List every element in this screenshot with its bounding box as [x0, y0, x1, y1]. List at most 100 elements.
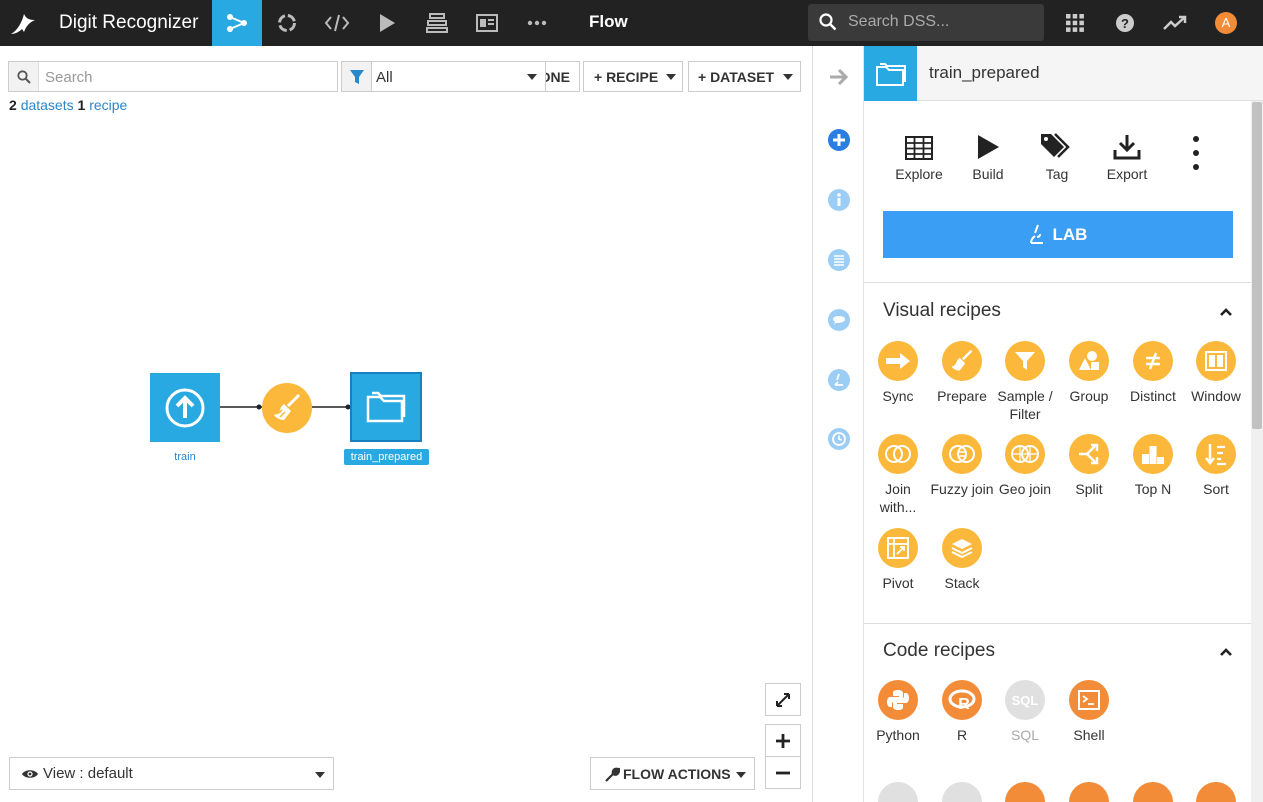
explore-action-label: Explore — [895, 166, 943, 182]
recipe-label: Window — [1191, 388, 1241, 404]
recipe-label: Pivot — [882, 575, 914, 591]
collapse-chevron-up-icon[interactable] — [1219, 644, 1233, 662]
recipe-split[interactable]: Split — [1057, 434, 1121, 498]
recipe-geo-join[interactable]: Geo join — [993, 434, 1057, 498]
flow-node-train-label[interactable]: train — [150, 451, 220, 463]
history-clock-circle-icon[interactable] — [826, 426, 852, 452]
build-action[interactable]: Build — [953, 130, 1023, 182]
discussion-bubble-circle-icon[interactable] — [826, 307, 852, 333]
recipe-top-n[interactable]: Top N — [1121, 434, 1185, 498]
info-circle-icon[interactable] — [826, 187, 852, 213]
collapse-arrow-right-icon[interactable] — [826, 64, 852, 90]
recipe-label: Sync — [882, 388, 914, 404]
recipe-distinct[interactable]: Distinct — [1121, 341, 1185, 405]
recipe-label: Fuzzy join — [930, 481, 994, 497]
shapes-icon — [1069, 341, 1109, 381]
recipe-sort[interactable]: Sort — [1184, 434, 1248, 498]
trending-chart-icon[interactable] — [1160, 8, 1190, 38]
folder-icon — [366, 391, 406, 423]
eye-icon — [22, 770, 38, 778]
recipe-label: Sort — [1203, 481, 1229, 497]
panel-scrollbar-thumb[interactable] — [1252, 102, 1262, 429]
recipe-label: Top N — [1134, 481, 1172, 497]
collapse-chevron-up-icon[interactable] — [1219, 304, 1233, 322]
folder-icon — [864, 46, 917, 101]
actions-plus-circle-icon[interactable] — [826, 127, 852, 153]
global-search-box[interactable] — [808, 4, 1044, 41]
more-vertical-dots-icon[interactable] — [1189, 135, 1203, 173]
lab-flask-circle-icon[interactable] — [826, 367, 852, 393]
recipe-stack[interactable]: Stack — [930, 528, 994, 592]
fit-screen-expand-icon[interactable] — [765, 683, 801, 716]
help-icon[interactable]: ? — [1110, 8, 1140, 38]
not-equal-icon — [1133, 341, 1173, 381]
lab-button-label: LAB — [1052, 224, 1088, 244]
global-search-input[interactable] — [848, 9, 1036, 35]
lab-button[interactable]: LAB — [883, 211, 1233, 258]
section-divider — [864, 623, 1251, 624]
sort-icon — [1196, 434, 1236, 474]
explore-action[interactable]: Explore — [884, 130, 954, 182]
apps-grid-icon[interactable] — [1060, 8, 1090, 38]
export-action-label: Export — [1106, 166, 1148, 182]
recipe-label: Prepare — [937, 388, 987, 404]
view-select-label: View : default — [43, 765, 133, 782]
export-action[interactable]: Export — [1092, 130, 1162, 182]
pivot-icon — [878, 528, 918, 568]
recipe-label: R — [956, 727, 968, 743]
zoom-in-plus-icon[interactable] — [765, 724, 801, 757]
broom-icon — [274, 393, 301, 420]
recipe-pivot[interactable]: Pivot — [866, 528, 930, 592]
flow-node-train-prepared[interactable] — [350, 372, 422, 442]
zoom-out-minus-icon[interactable] — [765, 756, 801, 789]
flow-node-prepare-recipe[interactable] — [262, 383, 312, 433]
recipe-label: SQL — [1010, 727, 1039, 743]
recipe-r[interactable]: R R — [930, 680, 994, 744]
podium-icon — [1133, 434, 1173, 474]
recipe-shell[interactable]: Shell — [1057, 680, 1121, 744]
recipe-label: Split — [1075, 481, 1103, 497]
recipe-window[interactable]: Window — [1184, 341, 1248, 405]
tag-action[interactable]: Tag — [1022, 130, 1092, 182]
arrow-right-icon — [878, 341, 918, 381]
table-icon — [884, 130, 954, 160]
schema-list-circle-icon[interactable] — [826, 247, 852, 273]
fuzzy-venn-icon — [942, 434, 982, 474]
recipe-label: Group — [1069, 388, 1109, 404]
recipe-join[interactable]: Join with... — [866, 434, 930, 516]
recipe-sql[interactable]: SQL SQL — [993, 680, 1057, 744]
recipe-label: Shell — [1073, 727, 1105, 743]
panel-scrollbar[interactable] — [1251, 101, 1263, 802]
recipe-fuzzy-join[interactable]: Fuzzy join — [930, 434, 994, 498]
chevron-down-icon — [736, 772, 746, 778]
flow-node-train-prepared-label[interactable]: train_prepared — [344, 449, 429, 465]
panel-title: train_prepared — [929, 63, 1040, 82]
flow-actions-button[interactable]: FLOW ACTIONS — [590, 757, 755, 790]
recipe-group[interactable]: Group — [1057, 341, 1121, 405]
microscope-icon — [1029, 224, 1043, 244]
play-icon — [953, 130, 1023, 160]
recipe-python[interactable]: Python — [866, 680, 930, 744]
recipe-sample-filter[interactable]: Sample / Filter — [993, 341, 1057, 423]
recipe-label: Sample / Filter — [997, 388, 1053, 422]
svg-text:SQL: SQL — [1012, 693, 1039, 708]
layers-icon — [942, 528, 982, 568]
search-icon — [819, 13, 837, 31]
user-avatar[interactable]: A — [1215, 12, 1237, 34]
flow-node-train[interactable] — [150, 373, 220, 442]
download-icon — [1092, 130, 1162, 160]
python-icon — [878, 680, 918, 720]
recipe-label: Python — [876, 727, 920, 743]
recipe-sync[interactable]: Sync — [866, 341, 930, 405]
flow-actions-label: FLOW ACTIONS — [623, 766, 731, 782]
terminal-icon — [1069, 680, 1109, 720]
recipe-label: Distinct — [1130, 388, 1176, 404]
window-icon — [1196, 341, 1236, 381]
view-select[interactable]: View : default — [9, 757, 334, 790]
wrench-icon — [605, 767, 620, 782]
svg-text:R: R — [958, 696, 970, 712]
funnel-icon — [1005, 341, 1045, 381]
r-icon: R — [942, 680, 982, 720]
recipe-prepare[interactable]: Prepare — [930, 341, 994, 405]
tag-icon — [1022, 130, 1092, 160]
